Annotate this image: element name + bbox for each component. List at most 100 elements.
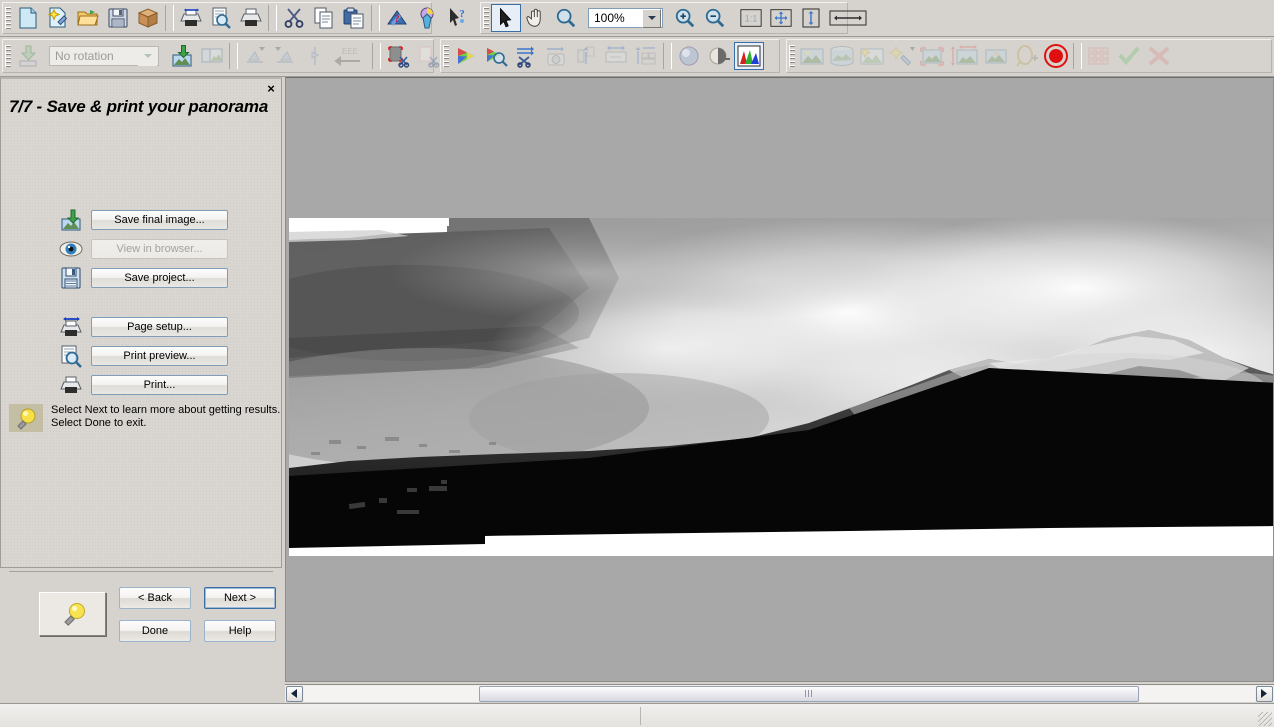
print-preview-button[interactable]: Print preview... bbox=[91, 346, 228, 366]
align-vertical-icon[interactable] bbox=[300, 42, 330, 70]
save-floppy-icon[interactable] bbox=[103, 4, 133, 32]
zoom-level-combo[interactable]: 100% bbox=[588, 8, 663, 28]
rotation-combo[interactable]: No rotation bbox=[49, 46, 159, 66]
check-icon[interactable] bbox=[1114, 42, 1144, 70]
crop-frame-icon[interactable] bbox=[917, 42, 947, 70]
add-images-filmstrip-icon[interactable] bbox=[197, 42, 227, 70]
chevron-down-icon[interactable] bbox=[138, 47, 157, 66]
align-left-icon[interactable] bbox=[240, 42, 270, 70]
help-button[interactable]: Help bbox=[204, 620, 276, 642]
whats-this-icon[interactable]: ? bbox=[442, 4, 472, 32]
action-row-view-in-browser: View in browser... bbox=[57, 236, 228, 262]
color-inspect-icon[interactable] bbox=[481, 42, 511, 70]
horizontal-shift-icon[interactable] bbox=[601, 42, 631, 70]
page-setup-printer-icon[interactable] bbox=[176, 4, 206, 32]
back-button[interactable]: < Back bbox=[119, 587, 191, 609]
toolbar-main: ? ? bbox=[2, 2, 432, 34]
histogram-icon[interactable] bbox=[734, 42, 764, 70]
tiles-icon[interactable] bbox=[1084, 42, 1114, 70]
new-wizard-icon[interactable] bbox=[43, 4, 73, 32]
save-project-button[interactable]: Save project... bbox=[91, 268, 228, 288]
action-row-save-project: Save project... bbox=[57, 265, 228, 291]
vertical-shift-icon[interactable] bbox=[571, 42, 601, 70]
cancel-x-icon[interactable] bbox=[1144, 42, 1174, 70]
view-in-browser-button[interactable]: View in browser... bbox=[91, 239, 228, 259]
copy-icon[interactable] bbox=[309, 4, 339, 32]
chevron-down-icon[interactable] bbox=[642, 9, 661, 28]
toolbar-separator bbox=[372, 43, 381, 69]
status-bar bbox=[0, 703, 1274, 727]
actual-size-icon[interactable]: 1:1 bbox=[736, 4, 766, 32]
panel-divider bbox=[9, 571, 273, 572]
toolbar-row-bottom: No rotation EEE bbox=[0, 37, 1274, 77]
help-book-icon[interactable]: ? bbox=[382, 4, 412, 32]
toolbar-separator bbox=[1073, 43, 1082, 69]
close-icon[interactable]: × bbox=[264, 82, 278, 96]
select-arrow-tool[interactable] bbox=[491, 4, 521, 32]
add-image-up-icon[interactable] bbox=[167, 42, 197, 70]
open-folder-icon[interactable] bbox=[73, 4, 103, 32]
scrollbar-track[interactable] bbox=[304, 686, 1255, 702]
done-button[interactable]: Done bbox=[119, 620, 191, 642]
crop-scissors-icon[interactable] bbox=[383, 42, 413, 70]
tip-button[interactable] bbox=[39, 592, 106, 636]
about-icon[interactable] bbox=[412, 4, 442, 32]
resize-vertical-icon[interactable] bbox=[947, 42, 981, 70]
toolbar-grip[interactable] bbox=[5, 7, 11, 29]
color-wedge-icon[interactable] bbox=[451, 42, 481, 70]
zoom-magnifier-tool[interactable] bbox=[551, 4, 581, 32]
scroll-left-arrow[interactable] bbox=[286, 686, 303, 702]
zoom-in-icon[interactable] bbox=[670, 4, 700, 32]
print-preview-icon[interactable] bbox=[206, 4, 236, 32]
scrollbar-thumb[interactable] bbox=[479, 686, 1139, 702]
page-setup-button[interactable]: Page setup... bbox=[91, 317, 228, 337]
toolbar-row-top: ? ? 100% bbox=[0, 0, 1274, 37]
toolbar-grip[interactable] bbox=[483, 7, 489, 29]
print-icon[interactable] bbox=[236, 4, 266, 32]
printer-icon bbox=[57, 372, 85, 398]
resize-grip[interactable] bbox=[1258, 712, 1272, 726]
next-button[interactable]: Next > bbox=[204, 587, 276, 609]
resize-image-icon[interactable]: 96 bbox=[981, 42, 1011, 70]
color-cut-icon[interactable] bbox=[511, 42, 541, 70]
new-document-icon[interactable] bbox=[13, 4, 43, 32]
application-window: ? ? 100% bbox=[0, 0, 1274, 727]
fit-width-icon[interactable] bbox=[826, 4, 870, 32]
watermark-icon[interactable] bbox=[1011, 42, 1041, 70]
svg-text:?: ? bbox=[395, 14, 400, 25]
render-image-icon[interactable] bbox=[797, 42, 827, 70]
image-canvas[interactable] bbox=[285, 77, 1274, 682]
panorama-cylinder-icon[interactable] bbox=[827, 42, 857, 70]
toolbar-grip[interactable] bbox=[443, 45, 449, 67]
auto-wand-icon[interactable] bbox=[887, 42, 917, 70]
import-down-icon[interactable] bbox=[13, 42, 43, 70]
align-right-icon[interactable] bbox=[270, 42, 300, 70]
pan-hand-tool[interactable] bbox=[521, 4, 551, 32]
panorama-svg bbox=[289, 218, 1274, 556]
brightness-icon[interactable] bbox=[704, 42, 734, 70]
crop-scissors-alt-icon[interactable] bbox=[413, 42, 443, 70]
record-icon[interactable] bbox=[1041, 42, 1071, 70]
toolbar-grip[interactable] bbox=[789, 45, 795, 67]
fit-height-icon[interactable] bbox=[796, 4, 826, 32]
grid-arrange-icon[interactable] bbox=[631, 42, 661, 70]
camera-settings-icon[interactable] bbox=[541, 42, 571, 70]
toolbar-grip[interactable] bbox=[5, 45, 11, 67]
floppy-disk-icon bbox=[57, 265, 85, 291]
paste-icon[interactable] bbox=[339, 4, 369, 32]
package-box-icon[interactable] bbox=[133, 4, 163, 32]
save-image-up-icon bbox=[57, 207, 85, 233]
print-button[interactable]: Print... bbox=[91, 375, 228, 395]
panorama-blend-icon[interactable] bbox=[857, 42, 887, 70]
zoom-out-icon[interactable] bbox=[700, 4, 730, 32]
horizontal-scrollbar[interactable] bbox=[285, 684, 1274, 702]
color-sphere-icon[interactable] bbox=[674, 42, 704, 70]
sequence-back-icon[interactable]: EEE bbox=[330, 42, 370, 70]
toolbar-render: 96 bbox=[786, 39, 1272, 73]
save-final-image-button[interactable]: Save final image... bbox=[91, 210, 228, 230]
scroll-right-arrow[interactable] bbox=[1256, 686, 1273, 702]
cut-scissors-icon[interactable] bbox=[279, 4, 309, 32]
fit-page-icon[interactable] bbox=[766, 4, 796, 32]
print-preview-icon bbox=[57, 343, 85, 369]
svg-text:?: ? bbox=[459, 8, 465, 20]
